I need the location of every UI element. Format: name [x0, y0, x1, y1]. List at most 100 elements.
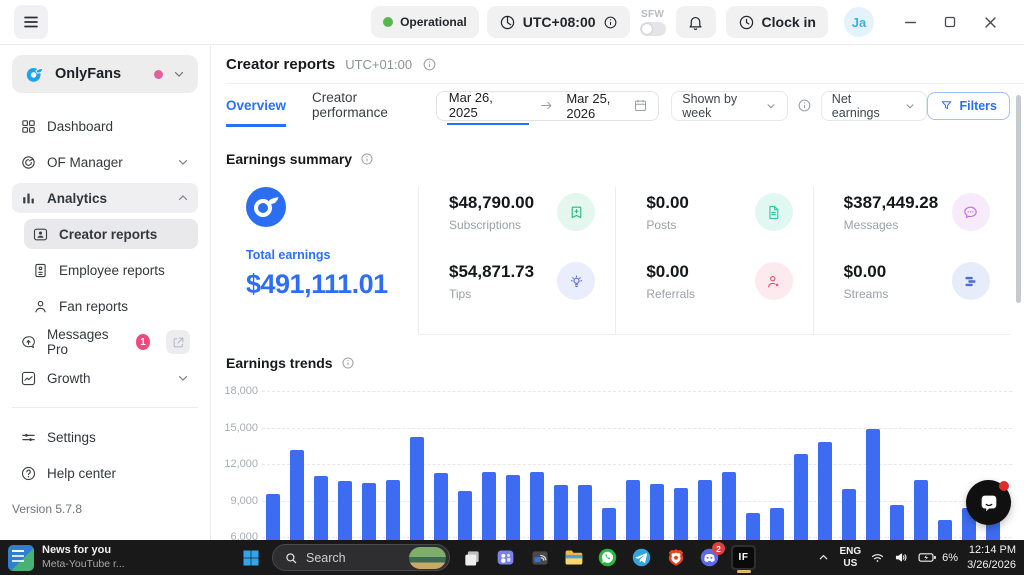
clock-in-button[interactable]: Clock in	[726, 6, 828, 38]
close-button[interactable]	[970, 5, 1010, 39]
earnings-bar[interactable]	[506, 475, 520, 540]
stat-label: Messages	[844, 218, 939, 232]
taskbar-app-file-explorer[interactable]	[561, 545, 586, 570]
taskbar-app-telegram[interactable]	[629, 545, 654, 570]
vertical-scrollbar[interactable]	[1016, 95, 1021, 303]
total-earnings-label: Total earnings	[246, 248, 418, 262]
date-end-field[interactable]: Mar 25, 2026	[564, 88, 623, 124]
date-start-field[interactable]: Mar 26, 2025	[447, 87, 530, 125]
sidebar-item-help-center[interactable]: Help center	[12, 458, 198, 488]
earnings-bar[interactable]	[386, 480, 400, 540]
earnings-bar[interactable]	[362, 483, 376, 540]
sidebar-item-analytics[interactable]: Analytics	[12, 183, 198, 213]
sidebar-item-fan-reports[interactable]: Fan reports	[24, 291, 198, 321]
earnings-bar[interactable]	[290, 450, 304, 540]
chat-widget-button[interactable]	[966, 480, 1011, 525]
earnings-bar[interactable]	[890, 505, 904, 540]
tab-overview[interactable]: Overview	[226, 84, 286, 127]
earnings-bar[interactable]	[914, 480, 928, 540]
earnings-bar[interactable]	[482, 472, 496, 540]
taskbar-app-if-app[interactable]: IF	[731, 545, 756, 570]
earnings-bar[interactable]	[746, 513, 760, 540]
taskbar-app-brave[interactable]	[663, 545, 688, 570]
taskbar-apps: 2 IF	[459, 545, 756, 570]
earnings-bar[interactable]	[794, 454, 808, 540]
taskbar-app-discord[interactable]: 2	[697, 545, 722, 570]
earnings-bar[interactable]	[722, 472, 736, 540]
external-link-button[interactable]	[166, 330, 190, 354]
sidebar-item-dashboard[interactable]: Dashboard	[12, 111, 198, 141]
sidebar-item-creator-reports[interactable]: Creator reports	[24, 219, 198, 249]
stat-label: Subscriptions	[449, 218, 534, 232]
sfw-toggle[interactable]	[640, 22, 666, 36]
earnings-bar[interactable]	[314, 476, 328, 540]
tab-bar: Overview Creator performance	[226, 84, 412, 127]
stat-subscriptions: $48,790.00 Subscriptions	[449, 193, 595, 232]
earnings-bar[interactable]	[650, 484, 664, 540]
stat-streams: $0.00Streams	[844, 262, 990, 301]
taskbar-search[interactable]: Search	[272, 544, 450, 571]
chevron-down-icon	[904, 100, 916, 112]
battery-charging-icon[interactable]	[918, 550, 937, 565]
earnings-bar[interactable]	[410, 437, 424, 540]
status-dot-icon	[383, 17, 393, 27]
sidebar-item-settings[interactable]: Settings	[12, 422, 198, 452]
start-button[interactable]	[238, 545, 263, 570]
taskbar-news-widget[interactable]: News for you Meta-YouTube r...	[8, 540, 125, 575]
sidebar-item-label: Messages Pro	[47, 327, 126, 357]
notifications-button[interactable]	[676, 6, 716, 38]
timezone-button[interactable]: UTC+08:00	[487, 6, 630, 38]
filters-button[interactable]: Filters	[927, 92, 1010, 120]
earnings-bar[interactable]	[938, 520, 952, 540]
earnings-bar[interactable]	[866, 429, 880, 541]
earnings-bar[interactable]	[338, 481, 352, 541]
bulb-icon	[557, 262, 595, 300]
user-avatar[interactable]: Ja	[844, 7, 874, 37]
earnings-bar[interactable]	[458, 491, 472, 540]
metric-select[interactable]: Net earnings	[821, 91, 928, 121]
maximize-icon	[944, 16, 956, 28]
info-icon[interactable]	[341, 356, 355, 370]
sidebar-item-of-manager[interactable]: OF Manager	[12, 147, 198, 177]
earnings-bar[interactable]	[554, 485, 568, 541]
earnings-bar[interactable]	[698, 480, 712, 540]
tab-creator-performance[interactable]: Creator performance	[312, 84, 412, 127]
earnings-bar[interactable]	[578, 485, 592, 540]
version-label: Version 5.7.8	[12, 502, 198, 530]
taskbar-date: 3/26/2026	[967, 558, 1016, 573]
info-icon[interactable]	[422, 57, 437, 72]
language-indicator[interactable]: ENGUS	[839, 546, 861, 570]
taskbar-app-nearby-share[interactable]	[527, 545, 552, 570]
earnings-bar[interactable]	[674, 488, 688, 540]
info-icon[interactable]	[603, 15, 618, 30]
earnings-bar[interactable]	[602, 508, 616, 540]
earnings-bar[interactable]	[530, 472, 544, 540]
earnings-bar[interactable]	[842, 489, 856, 540]
sidebar-item-growth[interactable]: Growth	[12, 363, 198, 393]
taskbar-app-task-view[interactable]	[459, 545, 484, 570]
earnings-bar[interactable]	[626, 480, 640, 540]
hidden-icons-button[interactable]	[817, 551, 830, 564]
earnings-bar[interactable]	[266, 494, 280, 541]
taskbar-clock[interactable]: 12:14 PM 3/26/2026	[967, 543, 1016, 573]
earnings-bar[interactable]	[434, 473, 448, 540]
date-range-picker[interactable]: Mar 26, 2025 Mar 25, 2026	[436, 91, 659, 121]
minimize-button[interactable]	[890, 5, 930, 39]
wifi-icon[interactable]	[870, 550, 885, 565]
group-by-select[interactable]: Shown by week	[671, 91, 788, 121]
sidebar-item-employee-reports[interactable]: Employee reports	[24, 255, 198, 285]
volume-icon[interactable]	[894, 550, 909, 565]
stat-value: $48,790.00	[449, 193, 534, 213]
workspace-switcher[interactable]: OnlyFans	[12, 55, 198, 93]
taskbar-app-teams[interactable]	[493, 545, 518, 570]
hamburger-menu-button[interactable]	[14, 5, 48, 39]
info-icon[interactable]	[360, 152, 374, 166]
info-icon[interactable]	[797, 98, 812, 113]
earnings-bar[interactable]	[770, 508, 784, 540]
taskbar-app-whatsapp[interactable]	[595, 545, 620, 570]
report-toolbar: Overview Creator performance Mar 26, 2025…	[226, 84, 1024, 127]
earnings-bar[interactable]	[818, 442, 832, 540]
sidebar-item-messages-pro[interactable]: Messages Pro1	[12, 327, 198, 357]
maximize-button[interactable]	[930, 5, 970, 39]
calendar-icon[interactable]	[633, 98, 648, 113]
